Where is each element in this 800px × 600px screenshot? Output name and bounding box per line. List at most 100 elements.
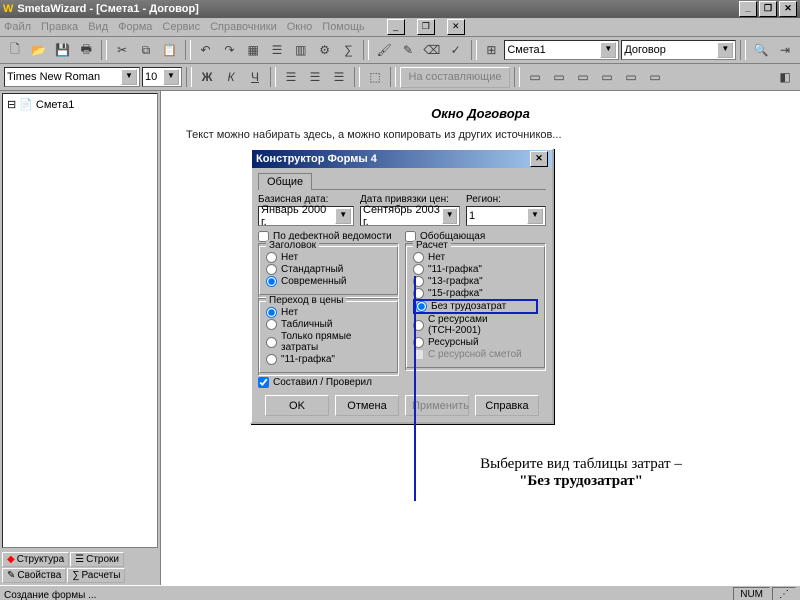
status-num: NUM <box>733 587 770 600</box>
base-date-combo[interactable]: Январь 2000 г.▼ <box>258 206 354 226</box>
undo-icon[interactable]: ↶ <box>195 39 217 61</box>
underline-icon[interactable]: Ч <box>244 66 266 88</box>
export-icon[interactable]: ⇥ <box>774 39 796 61</box>
r-calc-no-labor[interactable]: Без трудозатрат <box>413 299 538 314</box>
r-calc-13[interactable]: "13-графка" <box>413 276 538 287</box>
tree-root[interactable]: ⊟ 📄 Смета1 <box>7 98 153 111</box>
tab-props[interactable]: ✎Свойства <box>2 568 66 583</box>
misc4-icon[interactable]: ▭ <box>596 66 618 88</box>
grp-header: Нет Стандартный Современный <box>259 246 398 295</box>
menu-window[interactable]: Окно <box>287 21 313 33</box>
r-calc-resource[interactable]: Ресурсный <box>413 337 538 348</box>
col-icon[interactable]: ▥ <box>290 39 312 61</box>
r-calc-none[interactable]: Нет <box>413 252 538 263</box>
chk-compiled[interactable]: Составил / Проверил <box>258 377 399 388</box>
grp-price: Нет Табличный Только прямые затраты "11-… <box>259 301 398 373</box>
tab-structure[interactable]: ◆Структура <box>2 552 69 567</box>
row-icon[interactable]: ☰ <box>266 39 288 61</box>
misc1-icon[interactable]: ▭ <box>524 66 546 88</box>
align-right-icon[interactable]: ☰ <box>328 66 350 88</box>
titlebar: W SmetaWizard - [Смета1 - Договор] _ ❐ ✕ <box>0 0 800 18</box>
r-calc-15[interactable]: "15-графка" <box>413 288 538 299</box>
menu-file[interactable]: Файл <box>4 21 31 33</box>
components-button: На составляющие <box>400 67 510 88</box>
dialog-titlebar[interactable]: Конструктор Формы 4 ✕ <box>252 150 552 168</box>
pen-icon[interactable]: ✎ <box>397 39 419 61</box>
doc-combo-1[interactable]: Смета1▼ <box>504 40 619 60</box>
props-icon[interactable]: ⚙ <box>314 39 336 61</box>
calc-icon[interactable]: ∑ <box>338 39 360 61</box>
print-icon[interactable]: 🖶 <box>75 39 97 61</box>
menu-refs[interactable]: Справочники <box>210 21 277 33</box>
maximize-button[interactable]: ❐ <box>759 1 777 17</box>
toggle-icon[interactable]: ◧ <box>774 66 796 88</box>
cut-icon[interactable]: ✂ <box>111 39 133 61</box>
status-grip: ⋰ <box>772 587 796 600</box>
statusbar: Создание формы ... NUM ⋰ <box>0 585 800 600</box>
r-calc-11[interactable]: "11-графка" <box>413 264 538 275</box>
misc6-icon[interactable]: ▭ <box>644 66 666 88</box>
align-left-icon[interactable]: ☰ <box>280 66 302 88</box>
child-close-button[interactable]: ✕ <box>447 19 465 35</box>
help-button[interactable]: Справка <box>475 395 539 416</box>
find-icon[interactable]: 🔍 <box>750 39 772 61</box>
misc3-icon[interactable]: ▭ <box>572 66 594 88</box>
r-price-none[interactable]: Нет <box>266 307 391 318</box>
r-price-table[interactable]: Табличный <box>266 319 391 330</box>
region-combo[interactable]: 1▼ <box>466 206 546 226</box>
r-price-11[interactable]: "11-графка" <box>266 354 391 365</box>
r-header-std[interactable]: Стандартный <box>266 264 391 275</box>
misc5-icon[interactable]: ▭ <box>620 66 642 88</box>
check-icon[interactable]: ✓ <box>445 39 467 61</box>
new-icon[interactable]: 🗋 <box>4 39 26 61</box>
status-text: Создание формы ... <box>4 590 96 600</box>
close-button[interactable]: ✕ <box>779 1 797 17</box>
tab-lines[interactable]: ☰Строки <box>70 552 124 567</box>
brush-icon[interactable]: 🖌 <box>373 39 395 61</box>
ok-button[interactable]: OK <box>265 395 329 416</box>
align-center-icon[interactable]: ☰ <box>304 66 326 88</box>
doc-combo-2[interactable]: Договор▼ <box>621 40 736 60</box>
tab-general[interactable]: Общие <box>258 173 312 190</box>
eraser-icon[interactable]: ⌫ <box>421 39 443 61</box>
bind-date-combo[interactable]: Сентябрь 2003 г.▼ <box>360 206 460 226</box>
minimize-button[interactable]: _ <box>739 1 757 17</box>
menubar: Файл Правка Вид Форма Сервис Справочники… <box>0 18 800 37</box>
merge-icon[interactable]: ⬚ <box>364 66 386 88</box>
menu-edit[interactable]: Правка <box>41 21 78 33</box>
side-tabs: ◆Структура ☰Строки ✎Свойства ∑Расчеты <box>0 550 160 585</box>
menu-form[interactable]: Форма <box>118 21 152 33</box>
dialog-close-button[interactable]: ✕ <box>530 151 548 167</box>
grp-calc: Нет "11-графка" "13-графка" "15-графка" … <box>406 246 545 368</box>
tree[interactable]: ⊟ 📄 Смета1 <box>2 93 158 548</box>
r-price-direct[interactable]: Только прямые затраты <box>266 331 391 353</box>
tab-calcs[interactable]: ∑Расчеты <box>67 568 125 583</box>
r-header-none[interactable]: Нет <box>266 252 391 263</box>
r-calc-tsn[interactable]: С ресурсами (ТСН-2001) <box>413 314 538 336</box>
table-icon[interactable]: ▦ <box>242 39 264 61</box>
tree-label: Смета1 <box>36 99 74 111</box>
copy-icon[interactable]: ⧉ <box>135 39 157 61</box>
misc2-icon[interactable]: ▭ <box>548 66 570 88</box>
nav-icon[interactable]: ⊞ <box>481 39 503 61</box>
toolbar-font: Times New Roman▼ 10▼ Ж К Ч ☰ ☰ ☰ ⬚ На со… <box>0 64 800 91</box>
apply-button: Применить <box>405 395 469 416</box>
minus-icon[interactable]: ⊟ <box>7 98 16 111</box>
menu-view[interactable]: Вид <box>88 21 108 33</box>
font-combo[interactable]: Times New Roman▼ <box>4 67 140 87</box>
menu-service[interactable]: Сервис <box>162 21 200 33</box>
bold-icon[interactable]: Ж <box>196 66 218 88</box>
cancel-button[interactable]: Отмена <box>335 395 399 416</box>
menu-help[interactable]: Помощь <box>322 21 365 33</box>
app-icon: W <box>3 3 13 15</box>
open-icon[interactable]: 📂 <box>28 39 50 61</box>
child-minimize-button[interactable]: _ <box>387 19 405 35</box>
paste-icon[interactable]: 📋 <box>159 39 181 61</box>
save-icon[interactable]: 💾 <box>52 39 74 61</box>
child-maximize-button[interactable]: ❐ <box>417 19 435 35</box>
size-combo[interactable]: 10▼ <box>142 67 182 87</box>
r-header-modern[interactable]: Современный <box>266 276 391 287</box>
italic-icon[interactable]: К <box>220 66 242 88</box>
toolbar-main: 🗋 📂 💾 🖶 ✂ ⧉ 📋 ↶ ↷ ▦ ☰ ▥ ⚙ ∑ 🖌 ✎ ⌫ ✓ ⊞ См… <box>0 37 800 64</box>
redo-icon[interactable]: ↷ <box>218 39 240 61</box>
